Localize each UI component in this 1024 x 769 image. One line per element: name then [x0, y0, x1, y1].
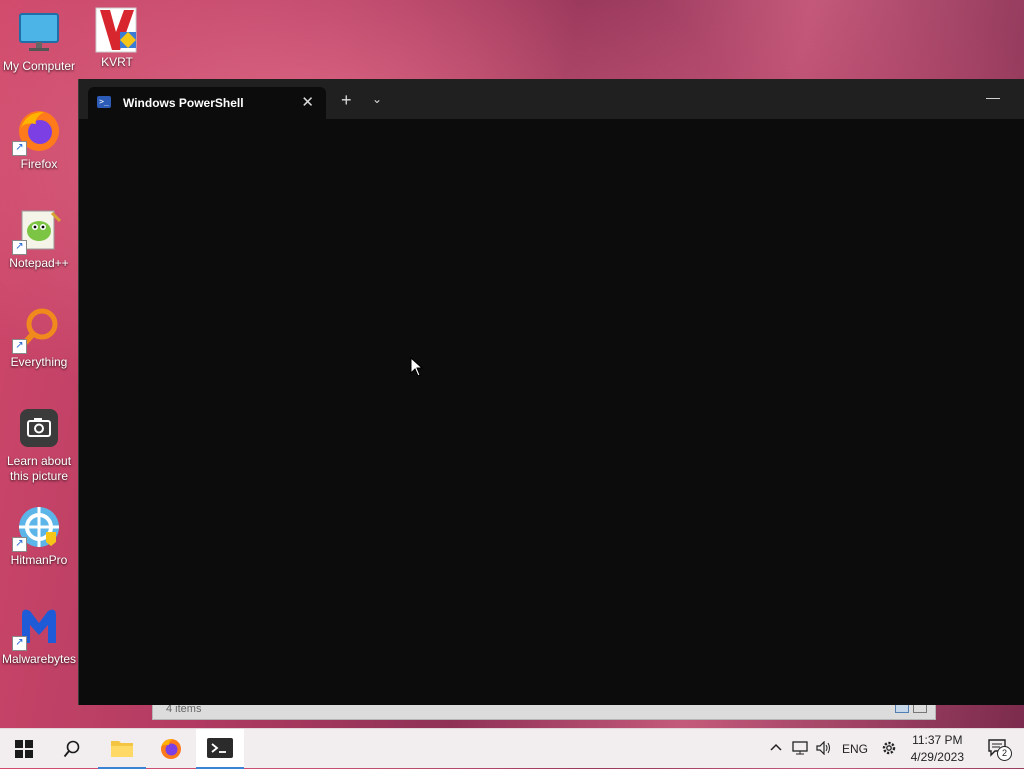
shortcut-arrow-icon: ↗ — [12, 537, 27, 552]
desktop-icon-label: Everything — [10, 355, 68, 369]
notepadpp-icon: ↗ — [12, 207, 62, 255]
desktop-icon-hitmanpro[interactable]: ↗ HitmanPro — [0, 504, 78, 568]
desktop-icon-label: KVRT — [101, 55, 133, 69]
chevron-down-icon[interactable]: ⌄ — [372, 92, 382, 106]
clock-date: 4/29/2023 — [910, 750, 964, 764]
search-button[interactable] — [48, 729, 96, 769]
terminal-icon — [207, 738, 233, 758]
tab-windows-powershell[interactable]: >_ Windows PowerShell ✕ — [88, 87, 326, 119]
monitor-icon — [16, 10, 62, 56]
kvrt-icon — [94, 6, 140, 53]
shortcut-arrow-icon: ↗ — [12, 141, 27, 156]
firefox-icon: ↗ — [12, 108, 62, 156]
taskbar-file-explorer[interactable] — [98, 729, 146, 769]
desktop-icon-learn-about-picture[interactable]: Learn about this picture — [0, 405, 78, 484]
chevron-up-icon[interactable] — [770, 742, 782, 757]
new-tab-button[interactable]: + — [341, 91, 352, 109]
desktop-icon-everything[interactable]: ↗ Everything — [0, 306, 78, 370]
language-indicator[interactable]: ENG — [842, 742, 868, 756]
hitmanpro-icon: ↗ — [12, 504, 62, 552]
shortcut-arrow-icon: ↗ — [12, 240, 27, 255]
malwarebytes-icon: ↗ — [12, 603, 62, 651]
desktop-icon-label: Firefox — [20, 157, 58, 171]
terminal-content[interactable] — [79, 119, 1024, 705]
search-icon — [63, 740, 80, 758]
action-center-button[interactable]: 2 — [988, 739, 1012, 761]
taskbar-firefox[interactable] — [147, 729, 195, 769]
desktop-icon-label: Malwarebytes — [1, 652, 77, 666]
network-icon[interactable] — [792, 740, 808, 758]
clock-time: 11:37 PM — [912, 733, 963, 747]
desktop-icon-my-computer[interactable]: My Computer — [0, 10, 78, 74]
powershell-icon: >_ — [97, 96, 111, 108]
notification-count-badge: 2 — [997, 746, 1012, 761]
close-tab-icon[interactable]: ✕ — [301, 93, 314, 111]
desktop-icon-label: HitmanPro — [10, 553, 68, 567]
desktop-icon-kvrt[interactable]: KVRT — [78, 6, 156, 70]
desktop-icon-label: My Computer — [2, 59, 76, 73]
minimize-button[interactable]: — — [986, 89, 1000, 105]
windows-logo-icon — [15, 740, 33, 758]
shortcut-arrow-icon: ↗ — [12, 636, 27, 651]
terminal-titlebar[interactable]: >_ Windows PowerShell ✕ + ⌄ — — [79, 79, 1024, 119]
desktop-icon-label: Learn about this picture — [6, 454, 72, 483]
tab-title: Windows PowerShell — [123, 96, 244, 110]
terminal-window[interactable]: >_ Windows PowerShell ✕ + ⌄ — — [78, 79, 1024, 705]
mouse-pointer-icon — [410, 357, 424, 377]
firefox-icon — [161, 739, 181, 759]
shortcut-arrow-icon: ↗ — [12, 339, 27, 354]
taskbar: ENG 11:37 PM 4/29/2023 2 — [0, 728, 1024, 769]
taskbar-clock[interactable]: 11:37 PM 4/29/2023 — [911, 732, 964, 766]
desktop-icon-firefox[interactable]: ↗ Firefox — [0, 108, 78, 172]
folder-icon — [111, 741, 133, 757]
start-button[interactable] — [0, 729, 48, 769]
volume-icon[interactable] — [816, 740, 832, 758]
gear-icon[interactable] — [881, 740, 897, 759]
desktop-icon-malwarebytes[interactable]: ↗ Malwarebytes — [0, 603, 78, 667]
magnifier-icon: ↗ — [12, 306, 62, 354]
desktop-icon-label: Notepad++ — [9, 256, 69, 270]
desktop-icon-notepadpp[interactable]: ↗ Notepad++ — [0, 207, 78, 271]
camera-icon — [16, 405, 62, 451]
taskbar-terminal[interactable] — [196, 729, 244, 769]
